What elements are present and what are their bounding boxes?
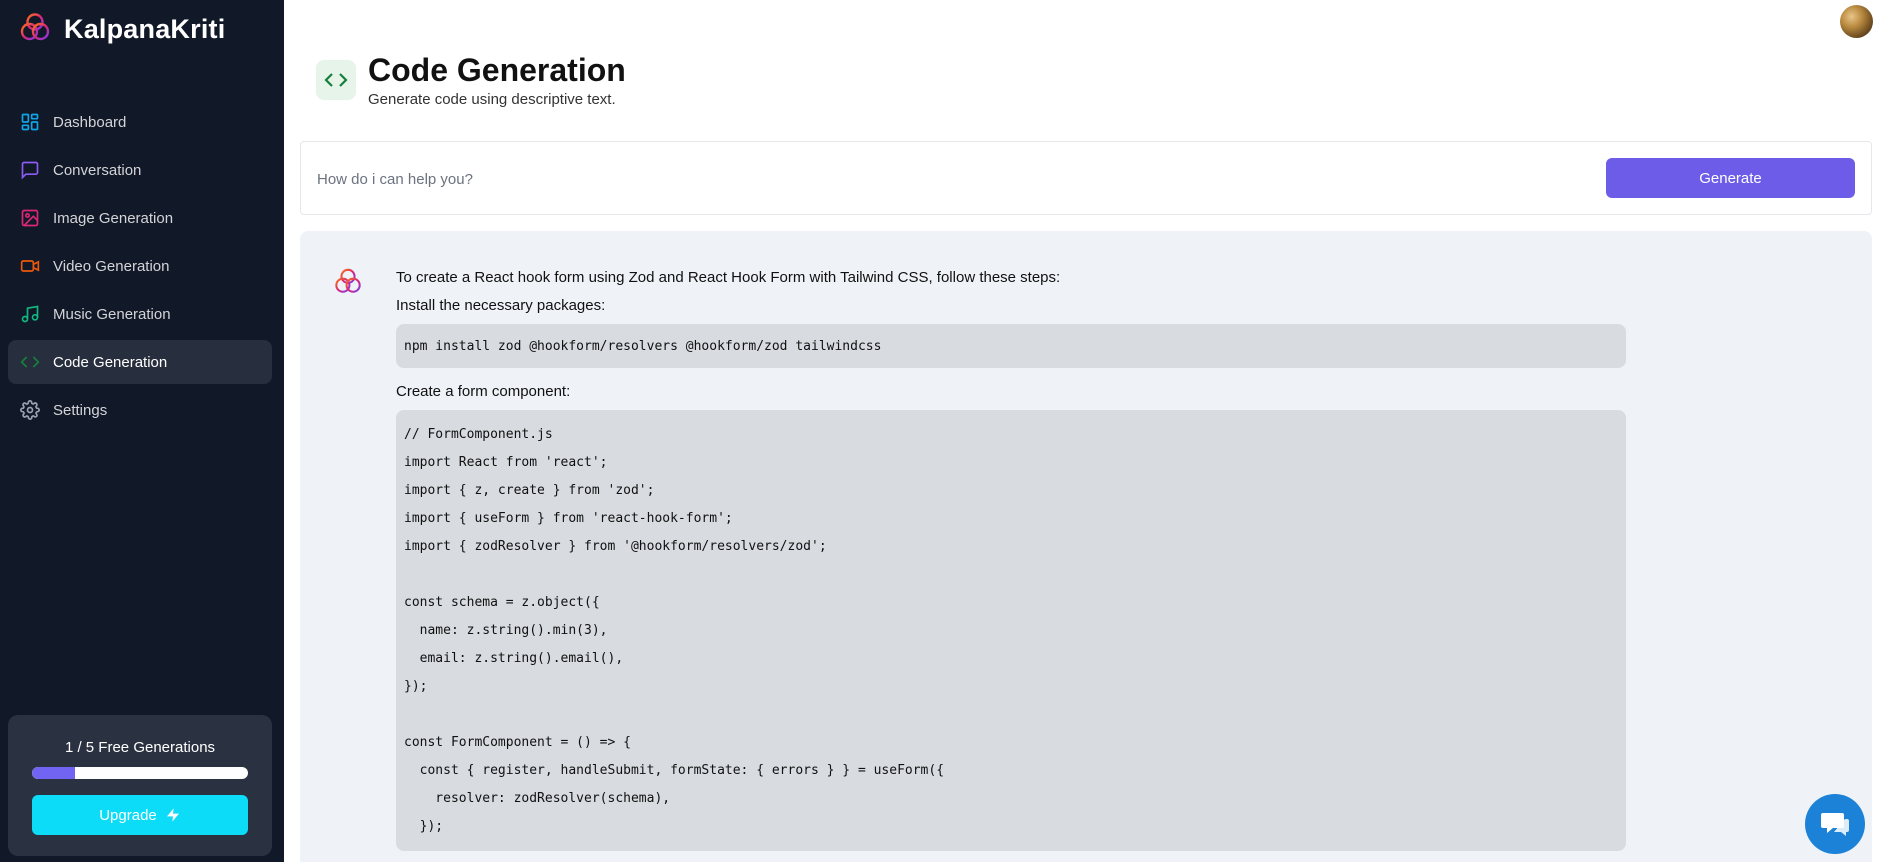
sidebar-item-label: Video Generation [53, 257, 170, 275]
code-line: const { register, handleSubmit, formStat… [404, 763, 945, 778]
upgrade-label: Upgrade [99, 806, 157, 824]
brand[interactable]: KalpanaKriti [20, 12, 225, 46]
sidebar-item-image-generation[interactable]: Image Generation [8, 196, 272, 240]
code-line: }); [404, 679, 428, 694]
free-generations-counter: 1 / 5 Free Generations [64, 739, 216, 756]
code-line: const FormComponent = () => { [404, 735, 631, 750]
chat-bubble-icon [1821, 813, 1849, 836]
install-command: npm install zod @hookform/resolvers @hoo… [404, 338, 882, 354]
generate-button[interactable]: Generate [1606, 158, 1855, 198]
sidebar-item-label: Dashboard [53, 113, 127, 131]
logo-icon [20, 12, 50, 47]
video-icon [20, 260, 40, 272]
message-square-icon [21, 161, 39, 180]
free-generations-card: 1 / 5 Free Generations Upgrade [8, 715, 272, 856]
code-line: import { zodResolver } from '@hookform/r… [404, 539, 827, 554]
sidebar-nav: Dashboard Conversation Image Generation … [8, 100, 272, 436]
prompt-form: Generate [300, 141, 1872, 215]
code-line: name: z.string().min(3), [404, 623, 608, 638]
sidebar-item-video-generation[interactable]: Video Generation [8, 244, 272, 288]
sidebar-item-label: Image Generation [53, 209, 174, 227]
code-line: }); [404, 819, 444, 834]
sidebar: KalpanaKriti Dashboard Conversation Imag… [0, 0, 284, 862]
settings-icon [20, 400, 40, 420]
avatar[interactable] [1840, 5, 1873, 38]
code-line: email: z.string().email(), [404, 651, 624, 666]
code-line: const schema = z.object({ [404, 595, 600, 610]
sidebar-item-settings[interactable]: Settings [8, 388, 272, 432]
code-line: import React from 'react'; [404, 455, 608, 470]
sidebar-item-label: Conversation [53, 161, 142, 179]
code-line: resolver: zodResolver(schema), [404, 791, 671, 806]
sidebar-item-code-generation[interactable]: Code Generation [8, 340, 272, 384]
sidebar-item-label: Code Generation [53, 353, 168, 371]
code-block: // FormComponent.js import React from 'r… [396, 410, 1626, 851]
code-line: import { useForm } from 'react-hook-form… [404, 511, 733, 526]
sidebar-item-label: Settings [53, 401, 108, 419]
response-step-component: Create a form component: [396, 383, 571, 400]
response-intro: To create a React hook form using Zod an… [396, 269, 1061, 286]
code-icon [316, 60, 356, 100]
chat-support-button[interactable] [1805, 794, 1865, 854]
usage-progress-bar [32, 767, 248, 779]
bot-avatar-icon [334, 267, 362, 300]
usage-progress-fill [32, 767, 76, 779]
response-panel: To create a React hook form using Zod an… [300, 231, 1872, 862]
upgrade-button[interactable]: Upgrade [32, 795, 248, 835]
image-icon [21, 209, 39, 227]
install-command-block: npm install zod @hookform/resolvers @hoo… [396, 324, 1626, 368]
page-title: Code Generation [368, 52, 626, 88]
sidebar-item-music-generation[interactable]: Music Generation [8, 292, 272, 336]
response-step-install: Install the necessary packages: [396, 297, 606, 314]
dashboard-icon [21, 113, 39, 131]
prompt-input[interactable] [317, 162, 1567, 196]
code-line: // FormComponent.js [404, 427, 553, 442]
zap-icon [166, 808, 179, 822]
sidebar-item-conversation[interactable]: Conversation [8, 148, 272, 192]
code-icon [20, 356, 40, 368]
code-line: import { z, create } from 'zod'; [404, 483, 655, 498]
music-icon [21, 305, 39, 323]
brand-name: KalpanaKriti [64, 13, 226, 44]
page-subtitle: Generate code using descriptive text. [368, 91, 616, 108]
response-message: To create a React hook form using Zod an… [396, 268, 1626, 862]
sidebar-item-dashboard[interactable]: Dashboard [8, 100, 272, 144]
sidebar-item-label: Music Generation [53, 305, 171, 323]
